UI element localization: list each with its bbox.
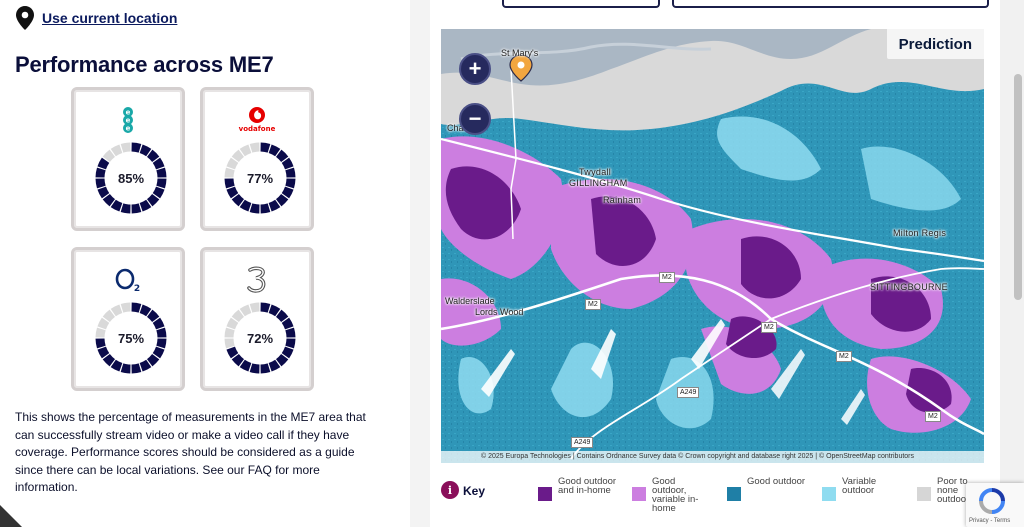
recaptcha-icon: [979, 488, 1005, 514]
legend-text: Good outdoor and in-home: [558, 476, 617, 496]
svg-text:vodafone: vodafone: [239, 125, 276, 133]
place-label: Walderslade: [445, 296, 495, 306]
place-label: Milton Regis: [893, 228, 947, 238]
location-pin-icon: [16, 6, 34, 30]
road-label: M2: [659, 272, 675, 283]
prediction-badge: Prediction: [886, 29, 984, 59]
place-label: St Mary's: [501, 48, 539, 58]
legend-text: Variable outdoor: [842, 476, 877, 496]
road-label: M2: [925, 411, 941, 422]
score-value: 85%: [117, 170, 145, 186]
use-location-row[interactable]: Use current location: [16, 6, 177, 30]
svg-text:e: e: [126, 125, 131, 133]
operator-card-ee: e e e 85%: [71, 87, 185, 231]
score-value: 72%: [246, 330, 274, 346]
use-current-location-link[interactable]: Use current location: [42, 10, 177, 26]
page: Use current location Performance across …: [0, 0, 1024, 527]
legend-swatch: [822, 487, 836, 501]
road-label: M2: [836, 351, 852, 362]
operator-card-o2: 2 75%: [71, 247, 185, 391]
top-tab-button[interactable]: [672, 0, 989, 8]
operator-card-three: 72%: [200, 247, 314, 391]
top-tab-button[interactable]: [502, 0, 660, 8]
road-label: A249: [677, 387, 700, 398]
legend-text: Good outdoor: [747, 476, 806, 487]
legend-swatch: [917, 487, 931, 501]
performance-description: This shows the percentage of measurement…: [15, 410, 366, 494]
road-label: M2: [761, 322, 777, 333]
score-value: 75%: [117, 330, 145, 346]
svg-text:e: e: [126, 109, 131, 117]
map-attribution: © 2025 Europa Technologies | Contains Or…: [441, 451, 984, 463]
coverage-map[interactable]: St Mary's Chatham Twydall GILLINGHAM Rai…: [441, 29, 984, 463]
key-label: Key: [463, 484, 486, 498]
recaptcha-badge[interactable]: Privacy - Terms: [966, 483, 1024, 527]
score-value: 77%: [246, 170, 274, 186]
performance-title: Performance across ME7: [15, 52, 274, 77]
zoom-in-button[interactable]: +: [459, 53, 491, 85]
key-item: Variable outdoor: [822, 477, 902, 501]
left-panel: Use current location Performance across …: [0, 0, 410, 527]
place-label: Rainham: [603, 195, 642, 205]
place-label: GILLINGHAM: [569, 178, 628, 188]
panel-divider: [410, 0, 430, 527]
scrollbar-thumb[interactable]: [1014, 74, 1022, 300]
zoom-out-button[interactable]: −: [459, 103, 491, 135]
road-label: A249: [571, 437, 594, 448]
recaptcha-terms[interactable]: Privacy - Terms: [969, 518, 1010, 524]
key-item: Good outdoor: [727, 477, 807, 501]
legend-swatch: [632, 487, 646, 501]
road-label: M2: [585, 299, 601, 310]
legend-swatch: [727, 487, 741, 501]
info-icon[interactable]: i: [441, 481, 459, 499]
o2-logo-icon: 2: [74, 264, 182, 296]
key-item: Good outdoor, variable in-home: [632, 477, 712, 513]
vodafone-logo-icon: vodafone: [203, 104, 311, 136]
legend-text: Good outdoor, variable in-home: [652, 476, 699, 514]
ee-logo-icon: e e e: [74, 104, 182, 136]
corner-marker: [0, 505, 22, 527]
map-canvas[interactable]: [441, 29, 984, 463]
place-label: Twydall: [579, 167, 612, 177]
three-logo-icon: [203, 264, 311, 296]
place-label: SITTINGBOURNE: [870, 282, 948, 292]
key-item: Good outdoor and in-home: [538, 477, 618, 501]
legend-swatch: [538, 487, 552, 501]
svg-text:e: e: [126, 117, 131, 125]
operator-card-vodafone: vodafone 77%: [200, 87, 314, 231]
svg-text:2: 2: [134, 284, 140, 294]
place-label: Lords Wood: [475, 307, 524, 317]
